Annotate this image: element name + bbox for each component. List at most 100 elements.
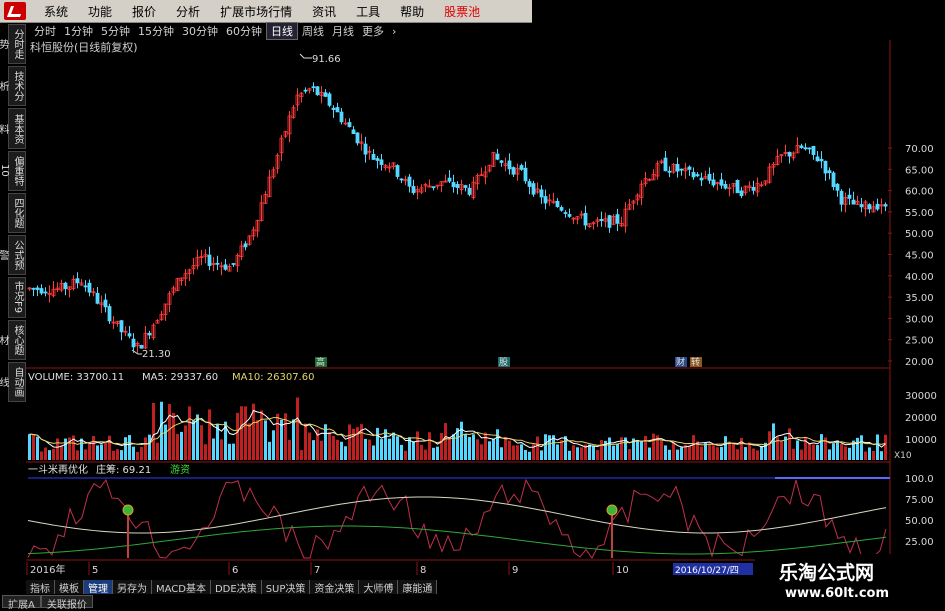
candle-body: [807, 147, 812, 150]
volume-bar: [180, 431, 183, 460]
volume-bar: [220, 439, 223, 460]
volume-bar: [44, 447, 47, 460]
volume-bar: [240, 406, 243, 460]
volume-bar: [112, 450, 115, 460]
volume-bar: [832, 443, 835, 460]
candle-body: [395, 165, 400, 177]
volume-bar: [424, 449, 427, 460]
tool-save-as[interactable]: 另存为: [113, 580, 152, 595]
candle-body: [339, 111, 344, 123]
volume-bar: [420, 444, 423, 460]
volume-bar: [636, 439, 639, 460]
volume-bar: [156, 442, 159, 460]
volume-bar: [172, 412, 175, 460]
price-axis-label: 70.00: [905, 144, 934, 155]
volume-bar: [508, 440, 511, 460]
volume-ma10: MA10: 26307.60: [232, 372, 314, 383]
tool-manage[interactable]: 管理: [84, 580, 113, 595]
candle-body: [363, 143, 368, 155]
volume-bar: [212, 438, 215, 460]
price-axis-label: 20.00: [905, 357, 934, 368]
candle-body: [799, 145, 804, 148]
volume-bar: [168, 404, 171, 460]
tool-capital[interactable]: 资金决策: [310, 580, 360, 595]
volume-bar: [564, 436, 567, 460]
tool-master[interactable]: 大师傅: [359, 580, 399, 595]
tool-sup[interactable]: SUP决策: [261, 580, 311, 595]
event-mark-cai: 财: [676, 356, 685, 368]
chart-area[interactable]: 70.00 65.00 60.00 55.00 50.00 45.00 40.00 35.00…: [0, 0, 945, 609]
tool-kangneng[interactable]: 康能通: [398, 580, 438, 595]
volume-bar: [596, 449, 599, 460]
event-mark-gu: 股: [499, 357, 508, 368]
volume-bar: [844, 446, 847, 460]
volume-bar: [808, 443, 811, 460]
candle-body: [147, 332, 152, 336]
candle-body: [95, 292, 100, 304]
candle-body: [735, 180, 740, 194]
volume-bar: [744, 447, 747, 460]
volume-bar: [372, 445, 375, 460]
candle-body: [87, 282, 92, 293]
candle-body: [739, 190, 744, 197]
candle-body: [507, 160, 512, 170]
date-cursor-label: 2016/10/27/四: [675, 566, 739, 576]
volume-bar: [616, 443, 619, 460]
candle-body: [31, 287, 36, 290]
volume-bar: [480, 444, 483, 460]
candle-body: [875, 203, 880, 210]
volume-bar: [292, 419, 295, 460]
indicator-axis-label: 100.0: [905, 474, 934, 485]
volume-bar: [724, 436, 727, 460]
candle-body: [663, 157, 668, 172]
volume-bar: [208, 409, 211, 460]
volume-bar: [228, 443, 231, 460]
indicator-toolbar: 指标 模板 管理 另存为 MACD基本 DDE决策 SUP决策 资金决策 大师傅…: [26, 580, 438, 595]
volume-bar: [200, 425, 203, 460]
tool-macd[interactable]: MACD基本: [152, 580, 211, 595]
date-axis-label: 7: [314, 565, 320, 576]
volume-bar: [520, 444, 523, 460]
volume-bar: [528, 451, 531, 460]
candle-body: [687, 166, 692, 170]
indicator-name: 一斗米再优化: [28, 463, 88, 476]
tab-extended-a[interactable]: 扩展A: [2, 595, 41, 611]
volume-bar: [88, 442, 91, 460]
candle-body: [831, 172, 836, 188]
volume-axis-label: 30000: [905, 391, 937, 402]
tool-dde[interactable]: DDE决策: [210, 580, 262, 595]
volume-bar: [812, 444, 815, 460]
candle-body: [39, 288, 44, 294]
volume-axis-label: 20000: [905, 413, 937, 424]
volume-bar: [836, 440, 839, 460]
volume-bar: [432, 447, 435, 460]
volume-bar: [396, 436, 399, 460]
candle-body: [63, 282, 68, 290]
candle-body: [711, 179, 716, 186]
volume-bar: [100, 444, 103, 460]
candle-body: [751, 186, 756, 191]
candle-body: [839, 190, 844, 205]
volume-bar: [544, 434, 547, 460]
price-axis-label: 55.00: [905, 208, 934, 219]
volume-bar: [340, 441, 343, 460]
volume-bar: [848, 447, 851, 460]
volume-bar: [232, 443, 235, 460]
candle-body: [599, 218, 604, 221]
tab-related-quote[interactable]: 关联报价: [40, 595, 93, 611]
tool-indicator[interactable]: 指标: [26, 580, 55, 595]
volume-bar: [332, 436, 335, 460]
candle-body: [851, 199, 856, 205]
volume-bar: [484, 432, 487, 460]
volume-bar: [860, 435, 863, 460]
candle-body: [787, 151, 792, 157]
volume-bar: [236, 412, 239, 460]
volume-bar: [116, 449, 119, 460]
indicator-axis-label: 25.00: [905, 537, 934, 548]
volume-series: [28, 397, 887, 460]
volume-bar: [60, 445, 63, 460]
price-axis-label: 60.00: [905, 187, 934, 198]
volume-bar: [476, 439, 479, 460]
tool-template[interactable]: 模板: [55, 580, 84, 595]
watermark: 乐淘公式网 www.60lt.com: [755, 554, 945, 609]
